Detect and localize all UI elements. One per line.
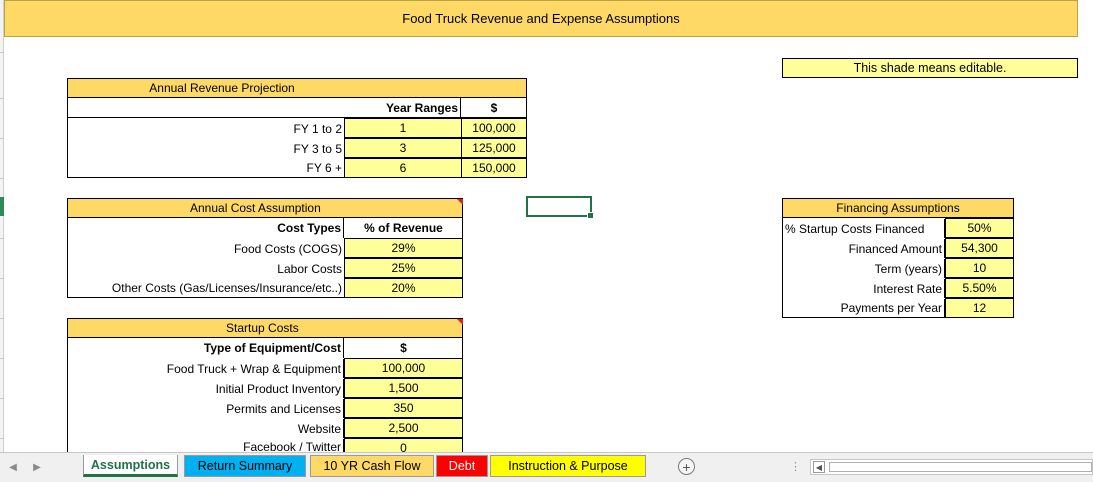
startup-amount-cell[interactable]: 350: [344, 398, 463, 418]
editable-shade-note[interactable]: This shade means editable.: [782, 58, 1078, 78]
startup-title-text: Startup Costs: [226, 321, 299, 335]
financing-row-label[interactable]: Payments per Year: [783, 299, 945, 317]
financing-row-label[interactable]: Interest Rate: [783, 279, 945, 298]
startup-row-label[interactable]: Website: [68, 419, 344, 438]
financing-value-cell[interactable]: 12: [945, 298, 1014, 318]
tab-assumptions[interactable]: Assumptions: [83, 455, 178, 477]
startup-col-amount[interactable]: $: [345, 338, 462, 358]
financing-title[interactable]: Financing Assumptions: [782, 198, 1014, 218]
cost-pct-cell[interactable]: 20%: [344, 278, 463, 298]
cost-col-type[interactable]: Cost Types: [68, 218, 344, 238]
revenue-range-cell[interactable]: 6: [344, 158, 462, 178]
cost-title[interactable]: Annual Cost Assumption: [67, 198, 463, 218]
revenue-title[interactable]: Annual Revenue Projection: [67, 78, 527, 98]
gutter-tick: [0, 178, 4, 179]
gutter-tick: [0, 278, 4, 279]
financing-value-cell[interactable]: 10: [945, 258, 1014, 278]
revenue-row-label[interactable]: FY 6 +: [68, 159, 344, 177]
revenue-title-text: Annual Revenue Projection: [149, 81, 295, 95]
financing-value-cell[interactable]: 54,300: [945, 238, 1014, 258]
comment-indicator-icon[interactable]: [457, 199, 463, 205]
revenue-row-label[interactable]: FY 3 to 5: [68, 139, 344, 158]
revenue-col-ranges[interactable]: Year Ranges: [345, 98, 461, 118]
cost-title-text: Annual Cost Assumption: [190, 201, 321, 215]
financing-row-label[interactable]: Term (years): [783, 259, 945, 278]
gutter-tick: [0, 98, 4, 99]
tab-instruction-purpose[interactable]: Instruction & Purpose: [490, 455, 646, 477]
revenue-range-cell[interactable]: 1: [344, 118, 462, 138]
scrollbar-thumb[interactable]: [829, 462, 1092, 472]
startup-title[interactable]: Startup Costs: [67, 318, 463, 338]
gutter-tick: [0, 398, 4, 399]
financing-value-cell[interactable]: 5.50%: [945, 278, 1014, 298]
gutter-selected-row: [0, 197, 4, 216]
horizontal-scrollbar[interactable]: ◀: [810, 459, 1093, 475]
cost-row-label[interactable]: Food Costs (COGS): [68, 239, 344, 258]
editable-shade-note-text: This shade means editable.: [853, 61, 1007, 75]
cost-col-pct[interactable]: % of Revenue: [345, 218, 462, 238]
startup-amount-cell[interactable]: 100,000: [344, 358, 463, 378]
startup-row-label[interactable]: Food Truck + Wrap & Equipment: [68, 359, 344, 378]
gutter-tick: [0, 358, 4, 359]
revenue-amount-cell[interactable]: 150,000: [461, 158, 527, 178]
startup-row-label[interactable]: Facebook / Twitter: [68, 439, 344, 452]
gutter-tick: [0, 138, 4, 139]
plus-circle-icon[interactable]: +: [678, 458, 695, 475]
gutter-tick: [0, 438, 4, 439]
sheet-tab-bar: ◀ ▶ Assumptions Return Summary 10 YR Cas…: [0, 452, 1093, 482]
gutter-tick: [0, 318, 4, 319]
gutter-tick: [0, 52, 4, 53]
revenue-col-amount[interactable]: $: [462, 98, 526, 118]
revenue-amount-cell[interactable]: 100,000: [461, 118, 527, 138]
financing-title-text: Financing Assumptions: [836, 201, 960, 215]
prev-sheet-icon[interactable]: ◀: [6, 460, 20, 474]
startup-amount-cell[interactable]: 2,500: [344, 418, 463, 438]
startup-amount-cell[interactable]: 0: [344, 438, 463, 452]
revenue-amount-cell[interactable]: 125,000: [461, 138, 527, 158]
revenue-range-cell[interactable]: 3: [344, 138, 462, 158]
cost-pct-cell[interactable]: 25%: [344, 258, 463, 278]
cost-row-label[interactable]: Labor Costs: [68, 259, 344, 278]
scroll-left-icon[interactable]: ◀: [813, 461, 825, 473]
financing-row-label[interactable]: Financed Amount: [783, 239, 945, 258]
sheet-title-banner[interactable]: Food Truck Revenue and Expense Assumptio…: [4, 0, 1078, 37]
revenue-row-label[interactable]: FY 1 to 2: [68, 119, 344, 138]
financing-value-cell[interactable]: 50%: [945, 218, 1014, 238]
next-sheet-icon[interactable]: ▶: [30, 460, 44, 474]
tab-debt[interactable]: Debt: [436, 455, 488, 477]
gutter-tick: [0, 238, 4, 239]
active-cell-selection[interactable]: [526, 196, 594, 219]
financing-row-label[interactable]: % Startup Costs Financed: [783, 219, 945, 238]
tab-return-summary[interactable]: Return Summary: [184, 455, 306, 477]
row-gutter: [0, 0, 4, 452]
sheet-title: Food Truck Revenue and Expense Assumptio…: [402, 11, 680, 26]
startup-amount-cell[interactable]: 1,500: [344, 378, 463, 398]
startup-col-type[interactable]: Type of Equipment/Cost: [68, 338, 344, 358]
comment-indicator-icon[interactable]: [457, 319, 463, 325]
cost-pct-cell[interactable]: 29%: [344, 238, 463, 258]
startup-row-label[interactable]: Initial Product Inventory: [68, 379, 344, 398]
startup-row-label[interactable]: Permits and Licenses: [68, 399, 344, 418]
more-options-icon[interactable]: ⋮: [790, 460, 801, 473]
cost-row-label[interactable]: Other Costs (Gas/Licenses/Insurance/etc.…: [68, 279, 344, 297]
tab-10-yr-cash-flow[interactable]: 10 YR Cash Flow: [310, 455, 434, 477]
